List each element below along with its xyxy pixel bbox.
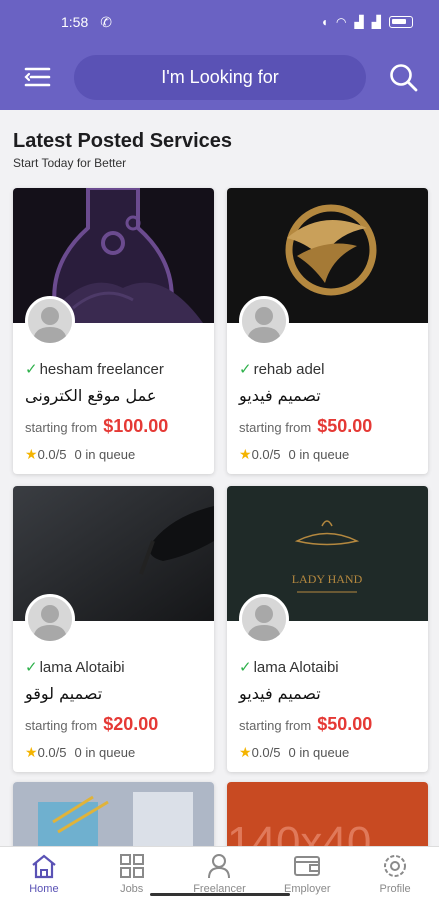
service-title: عمل موقع الكترونى	[25, 386, 157, 405]
grid-icon	[119, 854, 144, 878]
price: $100.00	[103, 416, 169, 436]
search-icon[interactable]	[388, 62, 420, 94]
home-icon	[32, 854, 56, 879]
service-card[interactable]: ✓ hesham freelancer عمل موقع الكترونى sta…	[13, 188, 214, 474]
queue-count: 0 in queue	[74, 745, 136, 760]
service-meta: ★0.0/5 0 in queue	[25, 744, 135, 761]
nav-home[interactable]: Home	[0, 847, 88, 900]
price-label: starting from	[239, 420, 312, 435]
price-row: starting from $20.00	[25, 714, 158, 735]
menu-icon[interactable]	[22, 64, 52, 90]
rating: 0.0/5	[251, 745, 281, 760]
service-meta: ★0.0/5 0 in queue	[25, 446, 135, 463]
headset-icon: ◖	[320, 15, 329, 29]
avatar[interactable]	[25, 594, 75, 644]
service-card[interactable]	[13, 782, 214, 846]
service-cover-image	[13, 782, 214, 846]
freelancer-name[interactable]: ✓ rehab adel	[239, 360, 324, 379]
freelancer-name[interactable]: ✓ lama Alotaibi	[239, 658, 339, 677]
service-title: تصميم فيديو	[239, 684, 321, 703]
phone-icon: ✆	[100, 13, 112, 30]
price-row: starting from $50.00	[239, 416, 372, 437]
signal-icon-2: ▟	[371, 15, 381, 29]
wifi-icon: ◠	[336, 15, 347, 29]
price-row: starting from $100.00	[25, 416, 168, 437]
freelancer-name[interactable]: ✓ hesham freelancer	[25, 360, 164, 379]
nav-home-label: Home	[29, 883, 59, 895]
bottom-nav: Home Jobs Freelancer Employer Profile	[0, 846, 439, 900]
price-label: starting from	[25, 718, 98, 733]
service-card[interactable]: 140x40	[227, 782, 428, 846]
price: $50.00	[317, 714, 373, 734]
price: $50.00	[317, 416, 373, 436]
service-meta: ★0.0/5 0 in queue	[239, 744, 349, 761]
star-icon: ★	[25, 744, 38, 760]
freelancer-name[interactable]: ✓ lama Alotaibi	[25, 658, 125, 677]
verified-icon: ✓	[25, 659, 38, 676]
service-card[interactable]: LADY HAND ✓ lama Alotaibi تصميم فيديو sta…	[227, 486, 428, 772]
signal-icon: ▟	[354, 15, 364, 29]
section-subtitle: Start Today for Better	[13, 156, 127, 170]
price: $20.00	[103, 714, 159, 734]
search-input[interactable]: I'm Looking for	[74, 55, 366, 100]
section-title: Latest Posted Services	[13, 130, 232, 152]
person-icon	[208, 854, 231, 879]
home-indicator	[150, 893, 290, 896]
status-bar: 1:58 ✆ ◖ ◠ ▟ ▟	[0, 0, 439, 44]
star-icon: ★	[239, 446, 252, 462]
rating: 0.0/5	[37, 745, 67, 760]
verified-icon: ✓	[25, 361, 38, 378]
service-card[interactable]: ✓ rehab adel تصميم فيديو starting from $5…	[227, 188, 428, 474]
main-content[interactable]: Latest Posted Services Start Today for B…	[0, 110, 439, 846]
avatar[interactable]	[239, 296, 289, 346]
star-icon: ★	[239, 744, 252, 760]
gear-icon	[384, 855, 407, 877]
avatar[interactable]	[239, 594, 289, 644]
nav-profile[interactable]: Profile	[351, 847, 439, 900]
nav-profile-label: Profile	[379, 883, 411, 895]
nav-jobs-label: Jobs	[120, 883, 144, 895]
wallet-icon	[294, 856, 321, 876]
verified-icon: ✓	[239, 659, 252, 676]
service-card[interactable]: ✓ lama Alotaibi تصميم لوقو starting from …	[13, 486, 214, 772]
rating: 0.0/5	[37, 447, 67, 462]
queue-count: 0 in queue	[288, 447, 350, 462]
avatar[interactable]	[25, 296, 75, 346]
verified-icon: ✓	[239, 361, 252, 378]
rating: 0.0/5	[251, 447, 281, 462]
status-icons: ◖ ◠ ▟ ▟	[321, 15, 413, 29]
app-bar: I'm Looking for	[0, 44, 439, 110]
service-cover-image: 140x40	[227, 782, 428, 846]
price-label: starting from	[25, 420, 98, 435]
queue-count: 0 in queue	[74, 447, 136, 462]
service-title: تصميم لوقو	[25, 684, 103, 703]
service-title: تصميم فيديو	[239, 386, 321, 405]
queue-count: 0 in queue	[288, 745, 350, 760]
cover-logo-text: LADY HAND	[292, 572, 363, 586]
nav-employer-label: Employer	[284, 883, 331, 895]
service-meta: ★0.0/5 0 in queue	[239, 446, 349, 463]
placeholder-image-text: 140x40	[227, 818, 371, 846]
battery-icon	[389, 16, 413, 28]
price-row: starting from $50.00	[239, 714, 372, 735]
status-time: 1:58	[61, 14, 89, 30]
price-label: starting from	[239, 718, 312, 733]
star-icon: ★	[25, 446, 38, 462]
